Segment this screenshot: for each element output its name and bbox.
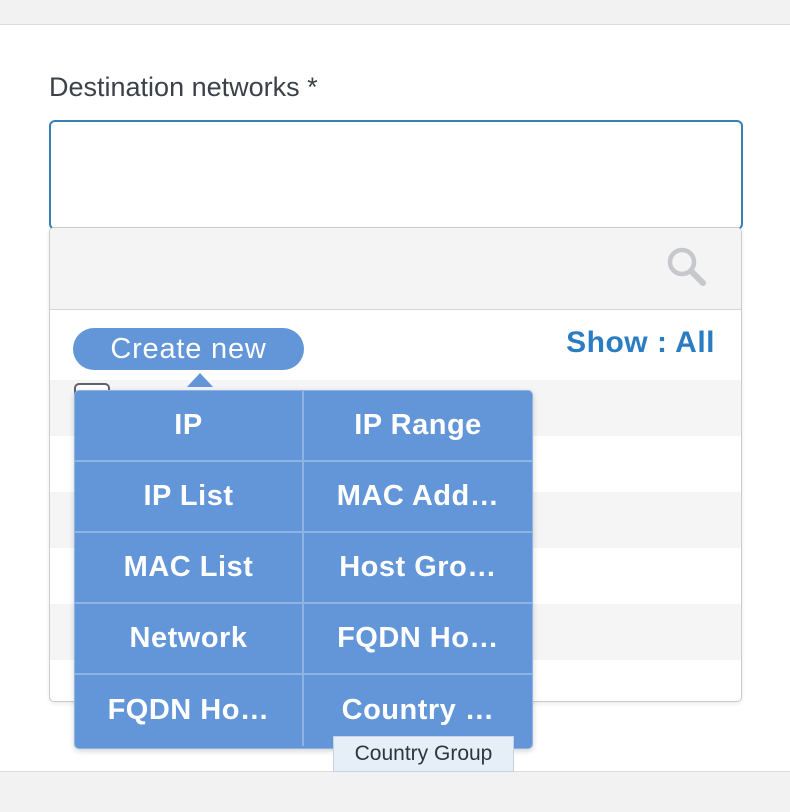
- menu-item-mac-address[interactable]: MAC Add…: [304, 462, 532, 533]
- menu-item-ip[interactable]: IP: [75, 391, 304, 462]
- create-new-button[interactable]: Create new: [73, 328, 304, 370]
- destination-networks-label: Destination networks *: [49, 72, 318, 102]
- create-new-menu: IP IP Range IP List MAC Add… MAC List Ho…: [74, 390, 533, 749]
- search-icon[interactable]: [665, 245, 707, 287]
- picker-search-bar[interactable]: [50, 228, 741, 310]
- menu-item-fqdn-host-2[interactable]: FQDN Ho…: [75, 675, 304, 746]
- menu-item-mac-list[interactable]: MAC List: [75, 533, 304, 604]
- destination-networks-input[interactable]: [49, 120, 743, 230]
- menu-caret: [187, 373, 213, 387]
- menu-item-ip-range[interactable]: IP Range: [304, 391, 532, 462]
- menu-item-network[interactable]: Network: [75, 604, 304, 675]
- show-filter-toggle[interactable]: Show : All: [566, 326, 715, 360]
- menu-item-host-group[interactable]: Host Gro…: [304, 533, 532, 604]
- country-group-tooltip: Country Group: [333, 736, 514, 772]
- menu-item-ip-list[interactable]: IP List: [75, 462, 304, 533]
- menu-item-fqdn-host[interactable]: FQDN Ho…: [304, 604, 532, 675]
